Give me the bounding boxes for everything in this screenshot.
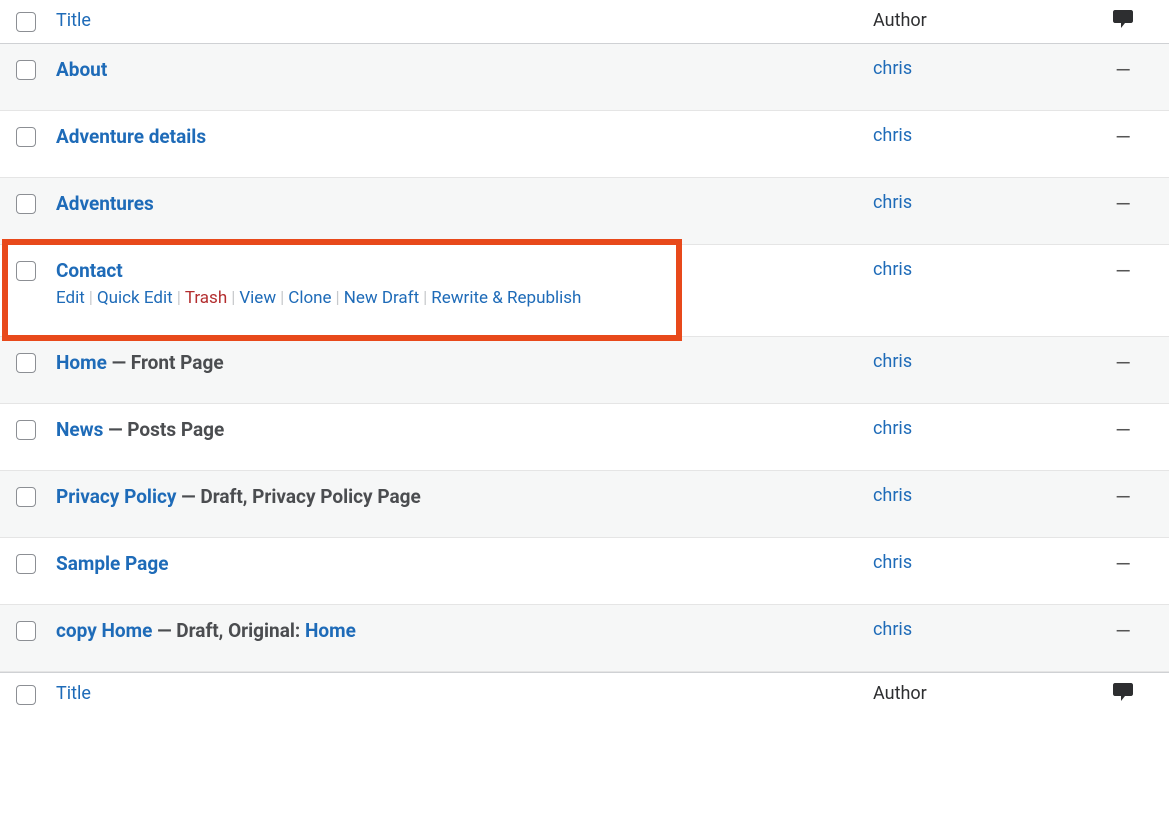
column-author-label: Author [873,10,927,31]
action-separator: | [419,288,431,308]
action-new-draft[interactable]: New Draft [344,288,419,308]
page-title-link[interactable]: copy Home [56,619,152,642]
action-clone[interactable]: Clone [288,288,331,308]
table-row: copy Home — Draft, Original: Home chris — [0,605,1169,672]
comments-count: — [1115,259,1131,283]
action-separator: | [85,288,97,308]
table-header-row: Title Author [0,0,1169,44]
comments-count: — [1115,619,1131,643]
page-title-link[interactable]: Sample Page [56,552,168,575]
page-title-link[interactable]: Contact [56,259,123,282]
row-checkbox[interactable] [16,194,36,214]
select-all-checkbox[interactable] [16,12,36,32]
page-title-link[interactable]: Home [56,351,107,374]
table-row: News — Posts Page chris — [0,404,1169,471]
action-quick-edit[interactable]: Quick Edit [97,288,173,308]
action-separator: | [332,288,344,308]
page-title-link[interactable]: Adventure details [56,125,206,148]
table-row: Privacy Policy — Draft, Privacy Policy P… [0,471,1169,538]
page-state-link[interactable]: Home [305,619,356,642]
table-row: ContactEdit|Quick Edit|Trash|View|Clone|… [0,245,1169,337]
action-rewrite-republish[interactable]: Rewrite & Republish [431,288,581,308]
comments-count: — [1115,125,1131,149]
row-checkbox[interactable] [16,127,36,147]
page-state-text: — Posts Page [103,418,224,441]
author-link[interactable]: chris [873,259,912,280]
row-checkbox[interactable] [16,60,36,80]
row-actions: Edit|Quick Edit|Trash|View|Clone|New Dra… [56,288,853,308]
table-row: About chris — [0,44,1169,111]
action-separator: | [227,288,239,308]
page-state-text: — Front Page [107,351,224,374]
author-link[interactable]: chris [873,351,912,372]
pages-table: Title Author Aboutchris—Adventure detail… [0,0,1169,716]
row-checkbox[interactable] [16,554,36,574]
comments-count: — [1115,418,1131,442]
comments-count: — [1115,485,1131,509]
action-trash[interactable]: Trash [185,288,227,308]
comments-icon-bottom[interactable] [1113,683,1133,701]
column-author-label-bottom: Author [873,683,927,704]
comments-count: — [1115,192,1131,216]
row-checkbox[interactable] [16,261,36,281]
page-title-link[interactable]: About [56,58,107,81]
action-edit[interactable]: Edit [56,288,85,308]
row-checkbox[interactable] [16,487,36,507]
author-link[interactable]: chris [873,125,912,146]
page-state-text: — Draft, Original: [152,619,305,642]
comments-icon[interactable] [1113,10,1133,28]
action-separator: | [173,288,185,308]
page-title-link[interactable]: Privacy Policy [56,485,176,508]
action-separator: | [276,288,288,308]
row-checkbox[interactable] [16,353,36,373]
row-checkbox[interactable] [16,420,36,440]
comments-count: — [1115,351,1131,375]
author-link[interactable]: chris [873,485,912,506]
author-link[interactable]: chris [873,58,912,79]
author-link[interactable]: chris [873,418,912,439]
table-row: Home — Front Page chris — [0,337,1169,404]
table-footer-row: Title Author [0,672,1169,716]
author-link[interactable]: chris [873,552,912,573]
row-checkbox[interactable] [16,621,36,641]
column-title-sort-bottom[interactable]: Title [56,683,91,704]
page-title-link[interactable]: News [56,418,103,441]
author-link[interactable]: chris [873,192,912,213]
action-view[interactable]: View [239,288,276,308]
page-title-link[interactable]: Adventures [56,192,154,215]
column-title-sort[interactable]: Title [56,10,91,31]
table-row: Adventures chris — [0,178,1169,245]
table-row: Adventure details chris — [0,111,1169,178]
comments-count: — [1115,58,1131,82]
table-row: Sample Page chris — [0,538,1169,605]
select-all-checkbox-bottom[interactable] [16,685,36,705]
author-link[interactable]: chris [873,619,912,640]
comments-count: — [1115,552,1131,576]
page-state-text: — Draft, Privacy Policy Page [176,485,420,508]
